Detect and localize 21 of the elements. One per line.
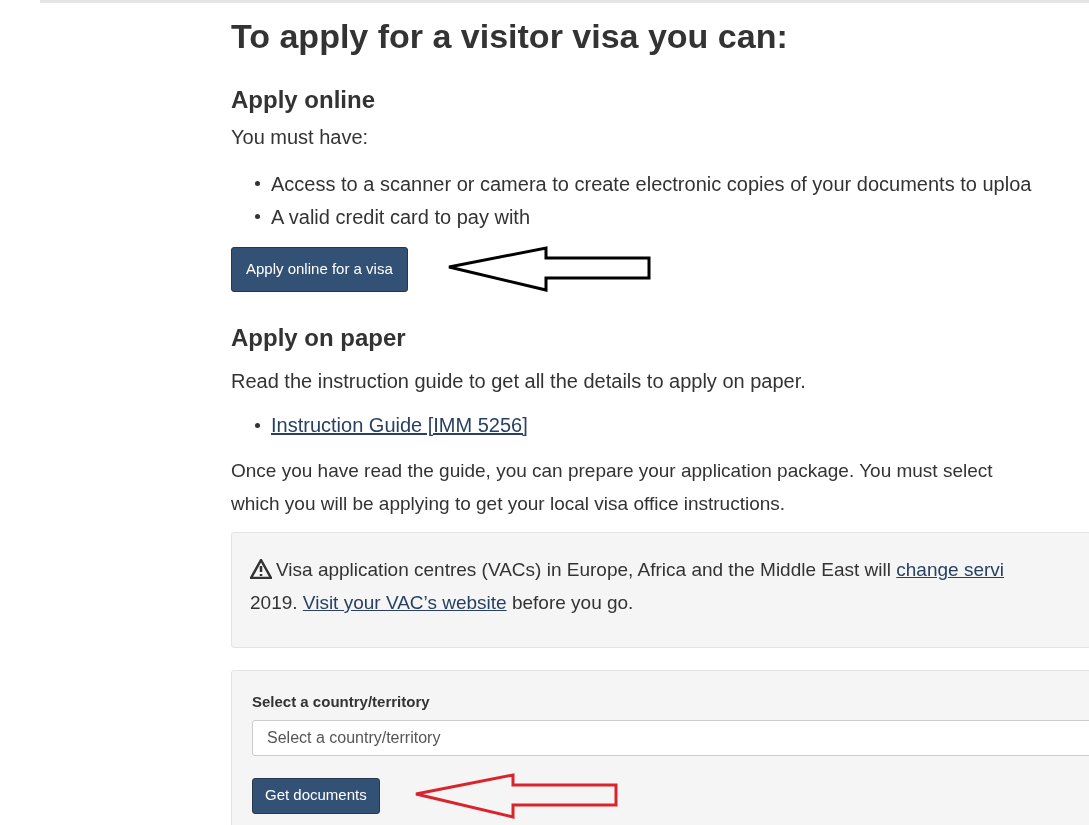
alert-text: Visa application centres (VACs) in Europe, Africa and the Middle East will change servi (276, 558, 1004, 582)
section-heading: Apply online (231, 85, 376, 115)
alert-text: 2019. Visit your VAC’s website before you go. (250, 591, 634, 615)
warning-icon (250, 559, 272, 579)
get-documents-button[interactable]: Get documents (252, 777, 380, 814)
intro-text: Read the instruction guide to get all the details to apply on paper. (231, 369, 807, 394)
apply-online-button[interactable]: Apply online for a visa (231, 246, 408, 292)
page-title: To apply for a visitor visa you can: (231, 16, 789, 57)
list-item: Access to a scanner or camera to create electronic copies of your documents to uploa (271, 171, 1032, 197)
list-item: A valid credit card to pay with (271, 204, 530, 230)
bullet-icon (255, 214, 260, 219)
bullet-icon (255, 181, 260, 186)
alert-link[interactable]: Visit your VAC’s website (302, 592, 507, 613)
instructions-paragraph: Once you have read the guide, you can prepare your application package. You must select which you will be applying to get your local visa office instructions. (231, 459, 994, 516)
guide-link[interactable]: Instruction Guide [IMM 5256] (271, 410, 528, 440)
bullet-icon (255, 422, 260, 428)
country-label: Select a country/territory (252, 692, 431, 712)
country-select[interactable]: Select a country/territory (252, 719, 1089, 756)
alert-link[interactable]: change servi (896, 559, 1004, 580)
intro-text: You must have: (231, 125, 370, 150)
section-heading: Apply on paper (231, 323, 407, 353)
